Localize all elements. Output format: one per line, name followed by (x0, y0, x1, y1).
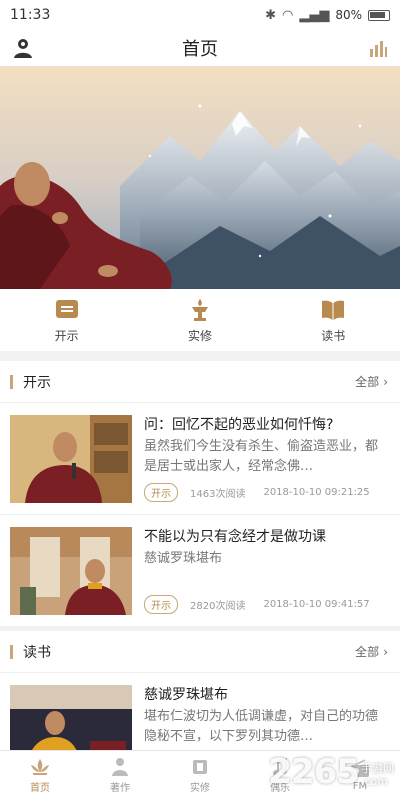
section-header: 读书 全部 › (0, 631, 400, 673)
battery-percent: 80% (335, 8, 362, 22)
article-title: 不能以为只有念经才是做功课 (144, 529, 326, 545)
section-teachings: 开示 全部 › 问：回忆不起的恶业如何忏悔? 虽然我们今生没有杀生、偷盗造恶业，… (0, 361, 400, 627)
article-date: 2018-10-10 09:21:25 (263, 487, 370, 498)
butter-lamp-icon (191, 298, 208, 321)
article-tag: 开示 (144, 483, 178, 502)
banner-image (0, 66, 400, 289)
article-item[interactable]: 问：回忆不起的恶业如何忏悔? 虽然我们今生没有杀生、偷盗造恶业，都是居士或出家人… (0, 403, 400, 515)
tab-label: 偶乐 (270, 783, 290, 794)
person-icon (112, 758, 128, 776)
lotus-icon (31, 759, 49, 775)
page-title: 首页 (182, 39, 218, 60)
quick-nav-reading[interactable]: 读书 (283, 297, 383, 344)
chevron-right-icon: › (383, 644, 388, 659)
tab-works[interactable]: 著作 (80, 757, 160, 794)
view-all-label: 全部 (355, 645, 380, 659)
radio-icon (351, 759, 369, 777)
article-title: 问：回忆不起的恶业如何忏悔? (144, 417, 334, 433)
app-header: 首页 (0, 30, 400, 66)
tab-label: 著作 (110, 783, 130, 794)
tab-music[interactable]: 偶乐 (240, 757, 320, 794)
quick-nav: 开示 实修 读书 (0, 289, 400, 351)
bluetooth-icon: ✱ (265, 7, 276, 23)
quick-nav-practice[interactable]: 实修 (150, 297, 250, 344)
section-header: 开示 全部 › (0, 361, 400, 403)
hero-banner[interactable] (0, 66, 400, 289)
tab-practice[interactable]: 实修 (160, 757, 240, 794)
view-all-teachings-link[interactable]: 全部 › (355, 373, 388, 390)
article-thumbnail (10, 415, 132, 503)
article-excerpt: 慈诚罗珠堪布 (144, 551, 223, 566)
article-views: 2820次阅读 (190, 601, 246, 612)
status-bar: 11:33 ✱ ◠ ▂▄▆ 80% (0, 0, 400, 30)
section-reading: 读书 全部 › 慈诚罗珠堪布 堪布仁波切为人低调谦虚，对自己的功德隐秘不宣，以下… (0, 631, 400, 773)
article-meta: 开示 1463次阅读 2018-10-10 09:21:25 (144, 483, 390, 502)
quick-nav-teachings[interactable]: 开示 (17, 297, 117, 344)
chevron-right-icon: › (383, 374, 388, 389)
section-title: 读书 (10, 642, 51, 662)
article-date: 2018-10-10 09:41:57 (263, 599, 370, 610)
article-excerpt: 虽然我们今生没有杀生、偷盗造恶业，都是居士或出家人，经常念佛… (144, 439, 379, 474)
tab-fm[interactable]: FM (320, 759, 400, 792)
view-all-label: 全部 (355, 375, 380, 389)
view-all-reading-link[interactable]: 全部 › (355, 643, 388, 660)
tab-label: FM (352, 781, 368, 792)
article-excerpt: 堪布仁波切为人低调谦虚，对自己的功德隐秘不宣，以下罗列其功德… (144, 709, 379, 744)
tab-label: 首页 (30, 783, 50, 794)
tab-label: 实修 (190, 783, 210, 794)
message-icon (55, 299, 78, 318)
status-time: 11:33 (10, 7, 51, 23)
signal-icon: ▂▄▆ (299, 7, 330, 23)
chart-bars-icon[interactable] (368, 38, 388, 58)
book-icon (322, 300, 345, 320)
battery-icon (368, 9, 390, 21)
article-meta: 开示 2820次阅读 2018-10-10 09:41:57 (144, 595, 390, 614)
section-title-text: 开示 (23, 374, 51, 391)
article-body: 不能以为只有念经才是做功课 慈诚罗珠堪布 开示 2820次阅读 2018-10-… (144, 527, 390, 614)
bottom-nav: 首页 著作 实修 偶乐 FM (0, 750, 400, 800)
article-tag: 开示 (144, 595, 178, 614)
article-views: 1463次阅读 (190, 489, 246, 500)
quick-nav-label: 读书 (321, 328, 346, 343)
section-title-bar (10, 644, 13, 659)
prayer-wheel-icon (193, 760, 207, 774)
article-body: 问：回忆不起的恶业如何忏悔? 虽然我们今生没有杀生、偷盗造恶业，都是居士或出家人… (144, 415, 390, 502)
quick-nav-label: 开示 (54, 328, 79, 343)
article-thumbnail (10, 527, 132, 615)
quick-nav-label: 实修 (187, 328, 212, 343)
music-icon (273, 758, 288, 777)
status-icons: ✱ ◠ ▂▄▆ 80% (265, 8, 390, 23)
tab-home[interactable]: 首页 (0, 757, 80, 794)
profile-icon[interactable] (12, 37, 34, 59)
section-title-text: 读书 (23, 644, 51, 661)
article-title: 慈诚罗珠堪布 (144, 687, 228, 703)
section-title-bar (10, 374, 13, 389)
wifi-icon: ◠ (281, 7, 294, 23)
article-item[interactable]: 不能以为只有念经才是做功课 慈诚罗珠堪布 开示 2820次阅读 2018-10-… (0, 515, 400, 627)
section-title: 开示 (10, 372, 51, 392)
app-root: 11:33 ✱ ◠ ▂▄▆ 80% 首页 开示 实修 读书 开示 全部 › 问：… (0, 0, 400, 800)
